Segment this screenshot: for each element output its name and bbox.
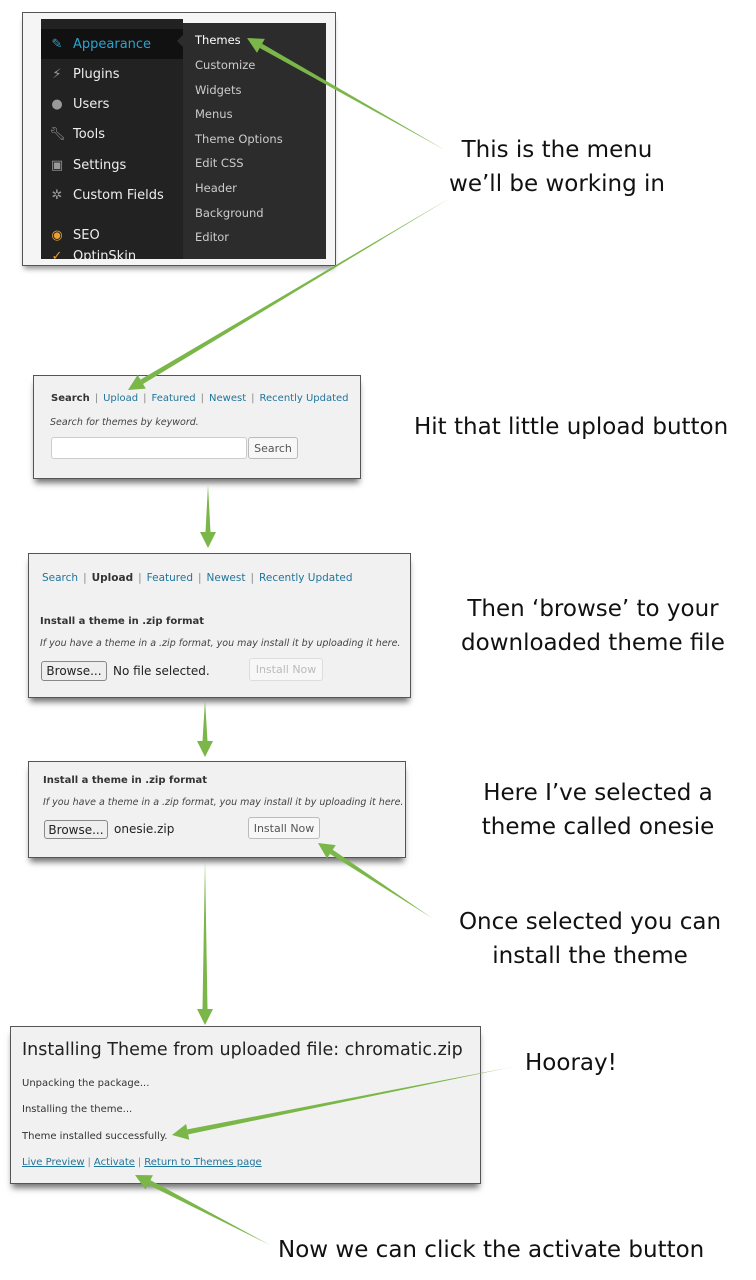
arrow-shaft — [148, 1180, 270, 1245]
arrow-head — [197, 1009, 213, 1025]
arrow-head — [172, 1124, 190, 1140]
arrow-shaft — [329, 849, 432, 918]
arrow-shaft — [202, 700, 208, 741]
arrow-shaft — [140, 198, 450, 384]
arrow-shaft — [187, 1067, 512, 1135]
arrow-shaft — [259, 43, 445, 150]
arrow-head — [197, 741, 213, 757]
arrow-shaft — [205, 485, 211, 532]
arrow-head — [200, 532, 216, 548]
arrow-shaft — [202, 860, 208, 1009]
arrows-layer — [128, 38, 512, 1245]
